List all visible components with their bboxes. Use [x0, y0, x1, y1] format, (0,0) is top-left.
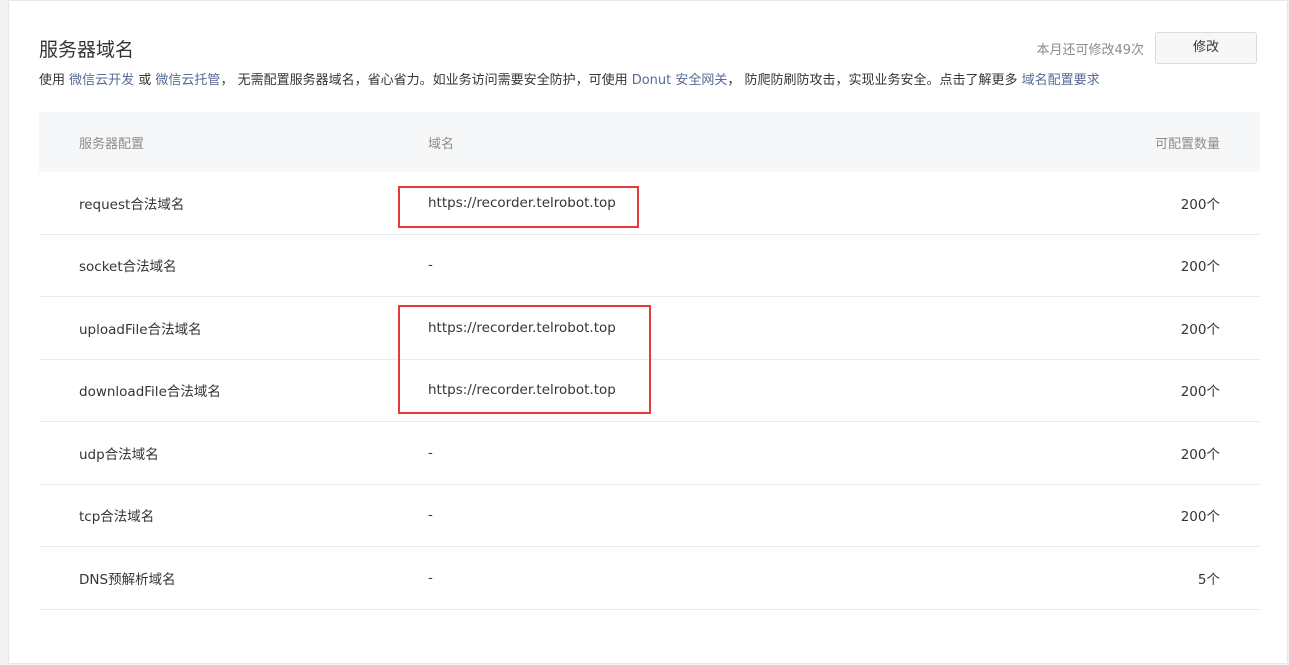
cloud-hosting-link[interactable]: 微信云托管 [155, 73, 220, 88]
row-count: 200个 [1180, 384, 1220, 401]
row-domain: https://recorder.telrobot.top [428, 382, 616, 399]
table-row: tcp合法域名 - 200个 [39, 485, 1260, 547]
row-count: 200个 [1180, 259, 1220, 276]
table-header: 服务器配置 域名 可配置数量 [39, 112, 1260, 172]
server-domain-card: 服务器域名 本月还可修改49次 修改 使用 微信云开发 或 微信云托管， 无需配… [8, 0, 1288, 664]
row-config: downloadFile合法域名 [79, 384, 221, 401]
table-row: downloadFile合法域名 https://recorder.telrob… [39, 360, 1260, 422]
row-config: socket合法域名 [79, 259, 177, 276]
row-config: DNS预解析域名 [79, 571, 176, 588]
row-domain: https://recorder.telrobot.top [428, 194, 616, 211]
row-config: tcp合法域名 [79, 509, 155, 526]
table-row: uploadFile合法域名 https://recorder.telrobot… [39, 297, 1260, 360]
description-text: 使用 微信云开发 或 微信云托管， 无需配置服务器域名，省心省力。如业务访问需要… [39, 69, 1100, 88]
table-row: DNS预解析域名 - 5个 [39, 547, 1260, 610]
domain-table: 服务器配置 域名 可配置数量 request合法域名 https://recor… [39, 112, 1260, 610]
page-title: 服务器域名 [39, 39, 135, 61]
row-domain: https://recorder.telrobot.top [428, 319, 616, 336]
modify-quota-text: 本月还可修改49次 [1036, 43, 1144, 58]
header-domain: 域名 [428, 136, 455, 152]
desc-part-3: ， 无需配置服务器域名，省心省力。如业务访问需要安全防护，可使用 [220, 73, 632, 88]
header-count: 可配置数量 [1154, 136, 1220, 152]
row-config: uploadFile合法域名 [79, 321, 202, 338]
row-count: 200个 [1180, 196, 1220, 213]
row-domain: - [428, 444, 433, 461]
desc-part-2: 或 [134, 73, 156, 88]
donut-gateway-link[interactable]: Donut 安全网关 [632, 73, 728, 88]
row-count: 200个 [1180, 446, 1220, 463]
cloud-dev-link[interactable]: 微信云开发 [69, 73, 134, 88]
header-config: 服务器配置 [79, 136, 145, 152]
row-domain: - [428, 569, 433, 586]
desc-part-1: 使用 [39, 73, 70, 88]
table-row: request合法域名 https://recorder.telrobot.to… [39, 172, 1260, 235]
row-count: 5个 [1197, 571, 1220, 588]
modify-button[interactable]: 修改 [1155, 32, 1257, 64]
row-domain: - [428, 507, 433, 524]
row-count: 200个 [1180, 321, 1220, 338]
row-config: udp合法域名 [79, 446, 159, 463]
table-row: udp合法域名 - 200个 [39, 422, 1260, 485]
row-domain: - [428, 257, 433, 274]
table-row: socket合法域名 - 200个 [39, 235, 1260, 297]
domain-requirements-link[interactable]: 域名配置要求 [1022, 73, 1100, 88]
row-config: request合法域名 [79, 196, 185, 213]
desc-part-4: ， 防爬防刷防攻击，实现业务安全。点击了解更多 [727, 73, 1022, 88]
row-count: 200个 [1180, 509, 1220, 526]
